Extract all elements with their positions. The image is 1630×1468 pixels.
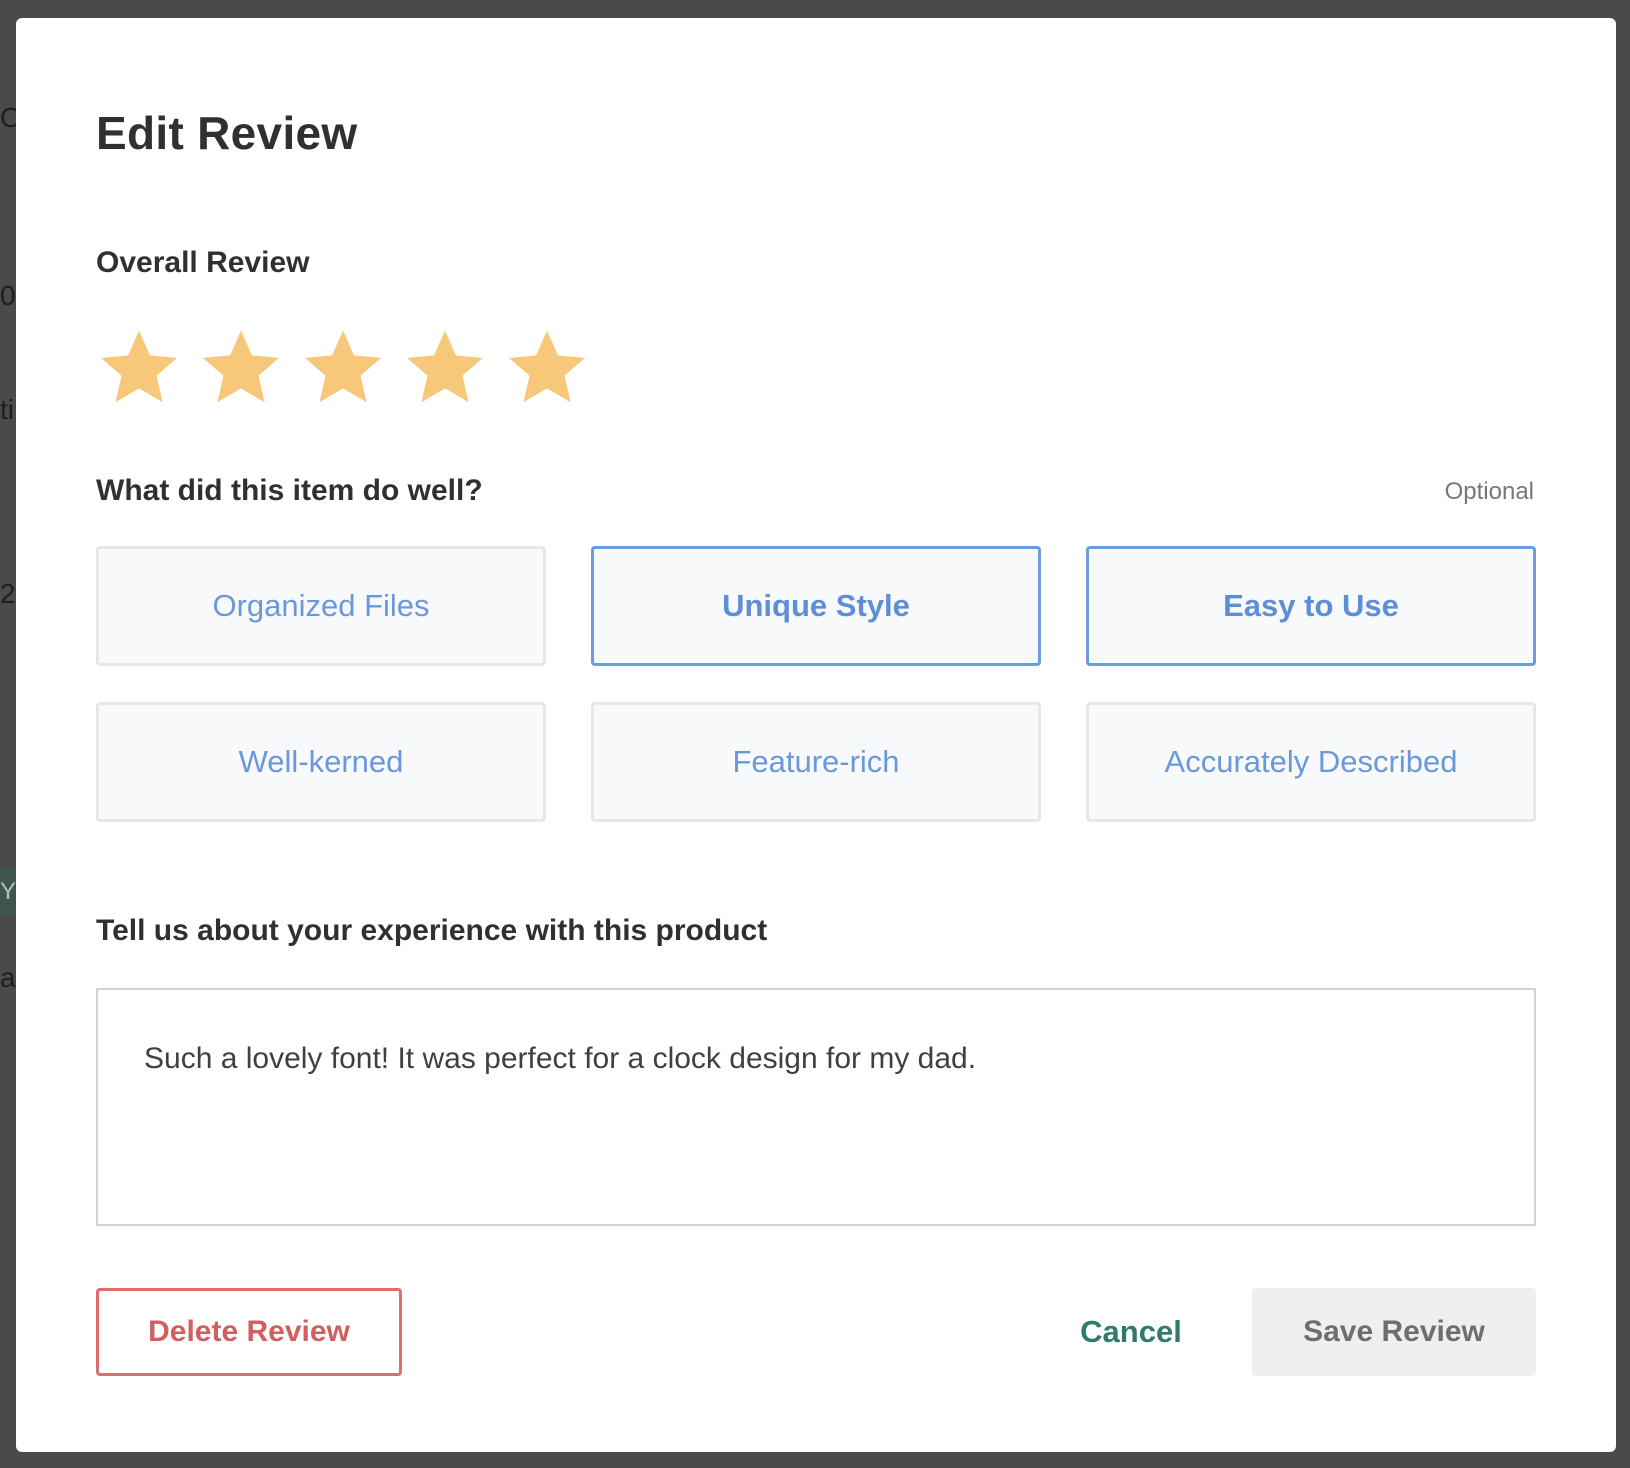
star-icon[interactable] (300, 324, 386, 410)
save-review-button[interactable]: Save Review (1252, 1288, 1536, 1376)
strength-tags: Organized Files Unique Style Easy to Use… (96, 546, 1536, 822)
delete-review-button[interactable]: Delete Review (96, 1288, 402, 1376)
tag-well-kerned[interactable]: Well-kerned (96, 702, 546, 822)
modal-title: Edit Review (96, 107, 358, 159)
background-page (0, 0, 16, 1468)
background-text-fragment: O (0, 104, 16, 132)
background-text-fragment: a (0, 964, 16, 992)
star-icon[interactable] (402, 324, 488, 410)
what-did-well-label: What did this item do well? (96, 474, 483, 507)
experience-label: Tell us about your experience with this … (96, 914, 768, 947)
star-icon[interactable] (198, 324, 284, 410)
star-icon[interactable] (96, 324, 182, 410)
cancel-button[interactable]: Cancel (1056, 1288, 1206, 1376)
star-rating[interactable] (96, 324, 590, 410)
tag-unique-style[interactable]: Unique Style (591, 546, 1041, 666)
tag-feature-rich[interactable]: Feature-rich (591, 702, 1041, 822)
background-text-fragment: 0 (0, 282, 16, 310)
background-text-fragment: 21 (0, 580, 16, 608)
edit-review-modal: Edit Review Overall Review What did this… (16, 18, 1616, 1452)
background-text-fragment: ti (0, 396, 14, 424)
tag-easy-to-use[interactable]: Easy to Use (1086, 546, 1536, 666)
experience-textarea[interactable]: Such a lovely font! It was perfect for a… (96, 988, 1536, 1226)
optional-label: Optional (1444, 478, 1534, 505)
star-icon[interactable] (504, 324, 590, 410)
tag-accurately-described[interactable]: Accurately Described (1086, 702, 1536, 822)
background-chip: Y (0, 868, 16, 916)
overall-review-label: Overall Review (96, 246, 310, 279)
tag-organized-files[interactable]: Organized Files (96, 546, 546, 666)
